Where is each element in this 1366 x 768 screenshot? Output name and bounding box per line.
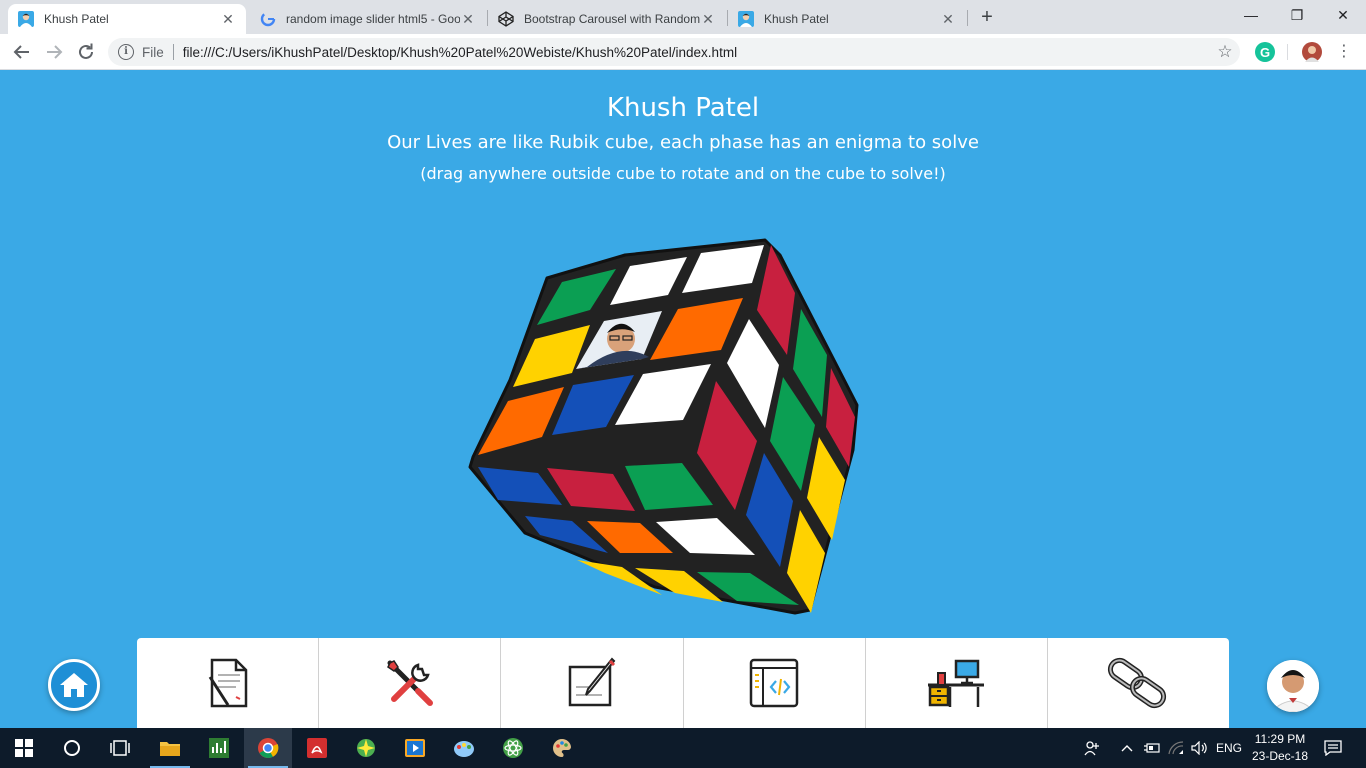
close-icon[interactable]: ✕ [460, 11, 476, 28]
google-icon [260, 11, 276, 27]
divider [1287, 44, 1288, 60]
reload-icon [79, 43, 93, 59]
restore-button[interactable]: ❐ [1274, 0, 1320, 30]
notification-icon [1324, 740, 1342, 756]
taskbar-app-palette[interactable] [538, 728, 586, 768]
folder-icon [160, 742, 180, 756]
close-window-button[interactable]: ✕ [1320, 0, 1366, 30]
tab-separator [967, 10, 968, 26]
menu-item-skills[interactable] [319, 638, 502, 728]
menu-item-links[interactable] [1048, 638, 1229, 728]
codepen-icon [498, 11, 514, 27]
arrow-left-icon [13, 45, 29, 59]
language-indicator[interactable]: ENG [1214, 728, 1244, 768]
task-view-button[interactable] [96, 728, 144, 768]
close-icon[interactable]: ✕ [220, 11, 236, 28]
spark-app-icon [357, 739, 375, 757]
divider [172, 44, 174, 60]
windows-logo-icon [15, 739, 33, 757]
taskbar-app-spark[interactable] [342, 728, 390, 768]
arrow-right-icon [47, 45, 63, 59]
taskbar-acrobat[interactable] [293, 728, 341, 768]
taskbar-app-editor[interactable] [195, 728, 243, 768]
menu-kebab-icon[interactable]: ⋮ [1332, 40, 1356, 64]
profile-favicon-icon [738, 11, 754, 27]
bottom-menu [137, 638, 1229, 728]
page-subtitle: Our Lives are like Rubik cube, each phas… [387, 132, 979, 153]
url-text[interactable]: file:///C:/Users/iKhushPatel/Desktop/Khu… [183, 45, 1210, 60]
tab-title: Khush Patel [764, 12, 829, 26]
new-tab-button[interactable]: + [976, 6, 998, 28]
profile-favicon-icon [18, 11, 34, 27]
pdf-icon [307, 738, 327, 758]
windows-taskbar: ENG 11:29 PM 23-Dec-18 [0, 728, 1366, 768]
home-button[interactable] [48, 659, 100, 711]
atom-icon [503, 738, 523, 758]
wifi-icon[interactable] [1166, 728, 1186, 768]
menu-item-blog[interactable] [501, 638, 684, 728]
chrome-icon [258, 738, 279, 758]
reload-button[interactable] [74, 40, 98, 64]
browser-toolbar: i File file:///C:/Users/iKhushPatel/Desk… [0, 34, 1366, 70]
document-icon [208, 658, 247, 708]
info-icon[interactable]: i [118, 44, 134, 60]
back-button[interactable] [10, 40, 34, 64]
menu-item-experience[interactable] [866, 638, 1048, 728]
address-bar[interactable]: i File file:///C:/Users/iKhushPatel/Desk… [108, 38, 1240, 66]
workspace-desk-icon [928, 659, 985, 707]
palette-icon [553, 738, 571, 757]
code-window-icon [749, 658, 799, 708]
search-button[interactable] [48, 728, 96, 768]
page-hint: (drag anywhere outside cube to rotate an… [420, 164, 946, 183]
profile-avatar-button[interactable] [1267, 660, 1319, 712]
tab-codepen[interactable]: Bootstrap Carousel with Random ✕ [488, 4, 726, 34]
start-button[interactable] [0, 728, 48, 768]
minimize-button[interactable]: — [1228, 0, 1274, 30]
profile-avatar[interactable] [1302, 42, 1322, 62]
browser-tab-strip: Khush Patel ✕ random image slider html5 … [0, 0, 1366, 34]
taskbar-app-paint[interactable] [440, 728, 488, 768]
tools-icon [386, 660, 433, 706]
clock-date: 23-Dec-18 [1251, 749, 1309, 763]
scheme-label: File [142, 44, 164, 60]
tab-title: random image slider html5 - Goo [286, 12, 460, 26]
people-icon[interactable] [1082, 728, 1102, 768]
cortana-circle-icon [64, 740, 80, 756]
tab-khush-patel[interactable]: Khush Patel ✕ [728, 4, 966, 34]
tab-title: Bootstrap Carousel with Random [524, 12, 700, 26]
taskbar-file-explorer[interactable] [146, 728, 194, 768]
page-title: Khush Patel [606, 93, 760, 123]
paint-icon [454, 741, 474, 757]
menu-item-document[interactable] [137, 638, 320, 728]
close-icon[interactable]: ✕ [940, 11, 956, 28]
volume-icon[interactable] [1190, 728, 1210, 768]
battery-icon[interactable] [1142, 728, 1162, 768]
chart-app-icon [209, 738, 229, 758]
action-center-button[interactable] [1320, 728, 1346, 768]
close-icon[interactable]: ✕ [700, 11, 716, 28]
chevron-up-icon[interactable] [1118, 728, 1136, 768]
grammarly-extension-icon[interactable]: G [1255, 42, 1275, 62]
edit-note-icon [568, 657, 616, 707]
home-icon [60, 673, 88, 697]
taskbar-chrome[interactable] [244, 728, 292, 768]
tab-google-search[interactable]: random image slider html5 - Goo ✕ [250, 4, 486, 34]
tab-title: Khush Patel [44, 12, 109, 26]
tab-khush-patel-active[interactable]: Khush Patel ✕ [8, 4, 246, 34]
media-player-icon [405, 739, 425, 757]
forward-button[interactable] [42, 40, 66, 64]
menu-item-projects[interactable] [684, 638, 866, 728]
profile-photo-icon [1267, 660, 1319, 712]
bookmark-star-icon[interactable]: ☆ [1210, 42, 1240, 62]
clock[interactable]: 11:29 PM 23-Dec-18 [1244, 731, 1316, 765]
clock-time: 11:29 PM [1254, 732, 1306, 746]
page-content: Khush Patel Our Lives are like Rubik cub… [0, 71, 1366, 728]
link-icon [1108, 657, 1167, 709]
rubik-cube[interactable] [465, 235, 865, 620]
svg-text:G: G [1260, 45, 1270, 60]
taskbar-atom[interactable] [489, 728, 537, 768]
task-view-icon [110, 740, 130, 756]
taskbar-media-player[interactable] [391, 728, 439, 768]
